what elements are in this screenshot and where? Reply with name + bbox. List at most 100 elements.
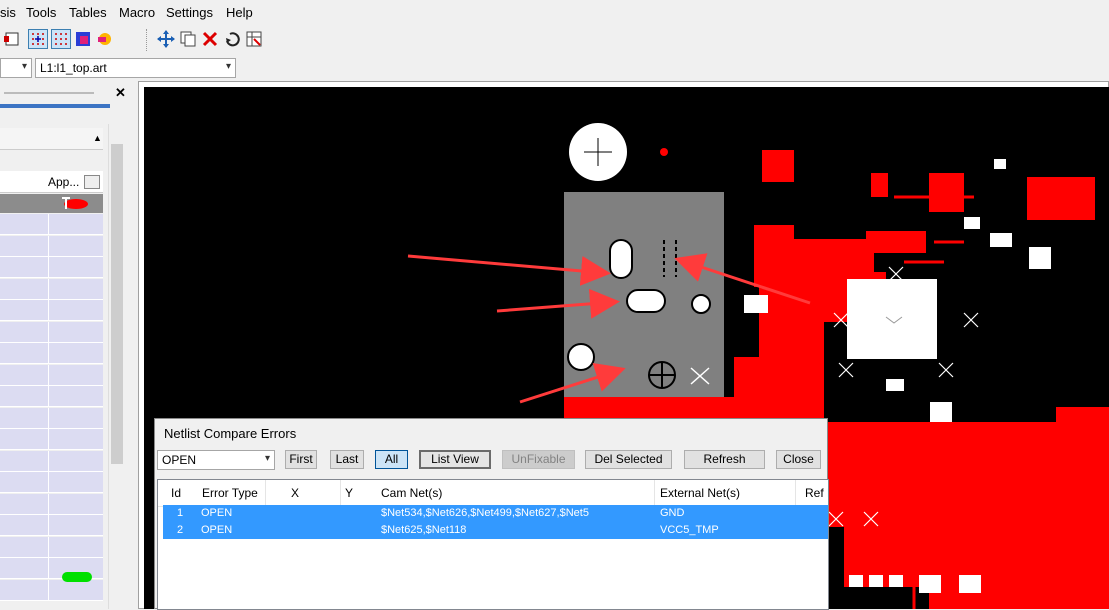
smd-pad [886, 379, 904, 391]
color-icon[interactable] [73, 29, 93, 49]
toolbar [0, 26, 1109, 54]
layer-icon[interactable] [2, 29, 22, 49]
layer-row-cell [48, 472, 103, 493]
grid-icon[interactable] [51, 29, 71, 49]
unfixable-button[interactable]: UnFixable [502, 450, 575, 469]
menu-macro[interactable]: Macro [119, 5, 155, 20]
menu-analysis[interactable]: sis [0, 5, 16, 20]
oval-pad [626, 289, 666, 313]
dialog-title: Netlist Compare Errors [164, 426, 297, 441]
column-header-id[interactable]: Id [167, 480, 201, 506]
smd-pad [994, 159, 1006, 169]
layer-row[interactable] [0, 407, 103, 429]
copper-pad [1056, 407, 1109, 462]
panel-scrollbar[interactable] [108, 124, 124, 609]
layer-color-swatch-icon [62, 572, 92, 582]
column-header-ref-d[interactable]: Ref D [801, 480, 828, 506]
layer-row-cell [48, 386, 103, 407]
layer-row[interactable] [0, 257, 103, 278]
scrollbar-thumb[interactable] [111, 144, 123, 464]
panel-header: ✕ [0, 84, 130, 102]
layer-row[interactable] [0, 493, 103, 515]
layer-row[interactable] [0, 450, 103, 472]
menu-tables[interactable]: Tables [69, 5, 107, 20]
layer-select[interactable]: L1:l1_top.art ▾ [35, 58, 236, 78]
grid-snap-icon[interactable] [28, 29, 48, 49]
menu-help[interactable]: Help [226, 5, 253, 20]
column-header-external-nets[interactable]: External Net(s) [656, 480, 796, 506]
layer-row[interactable] [0, 515, 103, 536]
table-row[interactable]: 2 OPEN $Net625,$Net118 VCC5_TMP [163, 522, 828, 539]
column-header-app[interactable]: App... [48, 175, 79, 189]
layer-row[interactable] [0, 472, 103, 493]
row-external-net: VCC5_TMP [660, 524, 719, 536]
layer-row-cell [48, 300, 103, 321]
layer-row-cell [48, 214, 103, 235]
close-button[interactable]: Close [776, 450, 821, 469]
layer-row[interactable] [0, 386, 103, 407]
via [567, 343, 595, 371]
row-cam-nets: $Net534,$Net626,$Net499,$Net627,$Net5 [381, 507, 589, 519]
resize-icon[interactable] [84, 175, 100, 189]
layer-row-cell [48, 493, 103, 515]
panel-column-header: App... [0, 171, 103, 193]
close-icon[interactable]: ✕ [115, 85, 126, 101]
layer-row[interactable] [0, 343, 103, 364]
row-external-net: GND [660, 507, 685, 519]
layer-row-cell [48, 278, 103, 300]
layer-row[interactable] [0, 536, 103, 558]
highlight-icon[interactable] [95, 29, 115, 49]
toolbar-separator [146, 29, 148, 51]
error-filter-select[interactable]: OPEN ▾ [157, 450, 275, 470]
layer-row[interactable] [0, 214, 103, 235]
step-combo[interactable]: ▾ [0, 58, 32, 78]
properties-icon[interactable] [244, 29, 264, 49]
via [660, 148, 668, 156]
scroll-up-icon[interactable]: ▲ [93, 133, 102, 143]
layer-row[interactable] [0, 278, 103, 300]
layer-row[interactable] [0, 235, 103, 257]
move-icon[interactable] [156, 29, 176, 49]
netlist-compare-dialog: Netlist Compare Errors OPEN ▾ First Last… [154, 418, 829, 610]
menu-settings[interactable]: Settings [166, 5, 213, 20]
delete-icon[interactable] [200, 29, 220, 49]
copper-pour-lower [844, 542, 1019, 572]
copper-pad [762, 150, 794, 182]
layer-row[interactable] [0, 321, 103, 343]
row-error-type: OPEN [201, 524, 233, 536]
copper-pad [871, 173, 888, 197]
layer-row[interactable] [0, 364, 103, 386]
layer-row-cell [48, 429, 103, 450]
menu-tools[interactable]: Tools [26, 5, 56, 20]
column-header-x[interactable]: X [287, 480, 341, 506]
chevron-down-icon: ▾ [225, 61, 231, 72]
first-button[interactable]: First [285, 450, 317, 469]
layer-row-cell [48, 321, 103, 343]
smd-pad [930, 402, 952, 422]
table-row[interactable]: 1 OPEN $Net534,$Net626,$Net499,$Net627,$… [163, 505, 828, 522]
refresh-button[interactable]: Refresh [684, 450, 765, 469]
del-selected-button[interactable]: Del Selected [585, 450, 672, 469]
layer-row-cell [48, 407, 103, 429]
column-header-error-type[interactable]: Error Type [198, 480, 266, 506]
smd-pad [990, 233, 1012, 247]
column-header-cam-nets[interactable]: Cam Net(s) [377, 480, 655, 506]
smd-pad [1029, 247, 1051, 269]
layer-row[interactable] [0, 300, 103, 321]
list-view-button[interactable]: List View [419, 450, 491, 469]
last-button[interactable]: Last [330, 450, 364, 469]
layer-row[interactable] [0, 429, 103, 450]
error-list[interactable]: Id Error Type X Y Cam Net(s) External Ne… [157, 479, 829, 610]
layer-row[interactable] [0, 579, 103, 601]
layer-row-cell [48, 515, 103, 536]
panel-selected-row[interactable] [0, 194, 103, 213]
panel-title-strip [0, 104, 110, 108]
copy-icon[interactable] [178, 29, 198, 49]
panel-grip [4, 92, 94, 94]
undo-icon[interactable] [222, 29, 242, 49]
oval-pad [609, 239, 633, 279]
row-cam-nets: $Net625,$Net118 [381, 524, 467, 536]
all-button[interactable]: All [375, 450, 408, 469]
ic-pad [847, 279, 937, 359]
layer-row-cell [48, 364, 103, 386]
